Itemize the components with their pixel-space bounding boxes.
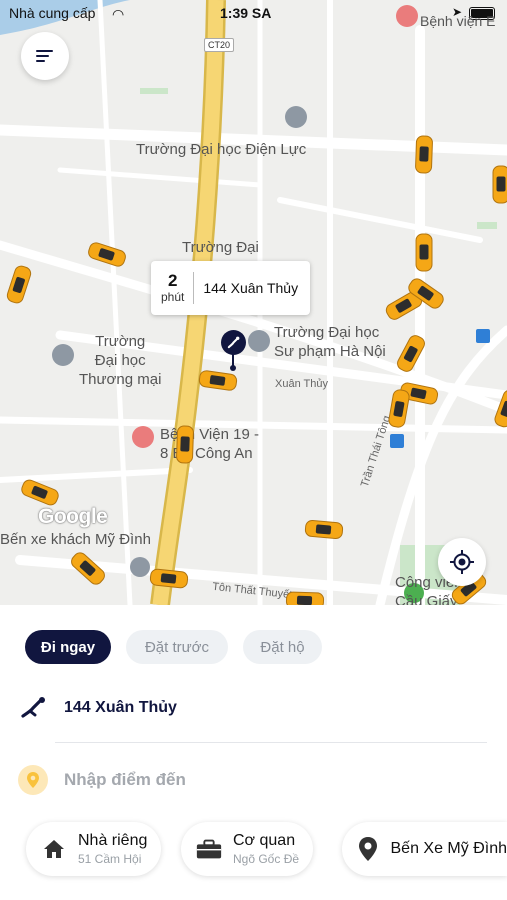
map-label-dh-su-pham: Trường Đại học Sư phạm Hà Nội xyxy=(274,324,386,360)
divider xyxy=(55,742,487,743)
eta-block: 2 phút xyxy=(161,271,195,304)
map-view[interactable]: Nhà cung cấp ◠ 1:39 SA ➤ CT20 Bệnh viện … xyxy=(0,0,507,605)
map-label-benh-vien-19: Bệnh Viện 19 - 8 Bộ Công An xyxy=(160,426,259,462)
destination-placeholder: Nhập điểm đến xyxy=(64,770,186,789)
carrier-label: Nhà cung cấp xyxy=(9,5,96,21)
walking-person-icon xyxy=(21,697,45,718)
map-label-xuan-thuy: Xuân Thủy xyxy=(275,378,329,390)
pickup-pin-dot xyxy=(230,365,236,371)
road-shield: CT20 xyxy=(204,38,235,52)
map-label-benh-vien-e: Bệnh viện E xyxy=(420,13,496,29)
destination-input[interactable]: Nhập điểm đến xyxy=(18,764,186,796)
taxi-marker xyxy=(304,519,344,540)
map-pin-icon xyxy=(356,836,381,862)
saved-place-home[interactable]: Nhà riêng 51 Cầm Hội xyxy=(26,822,162,876)
taxi-marker xyxy=(414,135,434,174)
home-icon xyxy=(40,838,68,860)
locate-me-button[interactable] xyxy=(438,538,486,586)
google-logo: Google xyxy=(38,505,108,528)
eta-minutes: 2 xyxy=(167,271,178,290)
saved-place-ben-xe[interactable]: Bến Xe Mỹ Đình xyxy=(342,822,507,876)
taxi-marker xyxy=(492,165,507,204)
booking-sheet: Đi ngay Đặt trước Đặt hộ 144 Xuân Thủy N… xyxy=(0,605,507,900)
saved-place-title: Bến Xe Mỹ Đình xyxy=(390,840,507,857)
map-label-dh-dien-luc: Trường Đại học Điện Lực xyxy=(136,141,307,158)
pickup-eta-bubble[interactable]: 2 phút 144 Xuân Thủy xyxy=(151,261,311,315)
taxi-marker xyxy=(175,425,195,464)
tab-dat-ho[interactable]: Đặt hộ xyxy=(243,630,322,664)
saved-place-subtitle: Ngõ Gốc Đề xyxy=(233,852,300,866)
location-pin-icon xyxy=(18,765,48,795)
pickup-pin-icon[interactable] xyxy=(221,330,246,355)
taxi-marker xyxy=(415,233,433,272)
pickup-address: 144 Xuân Thủy xyxy=(64,699,177,716)
map-label-ben-xe: Bến xe khách Mỹ Đình xyxy=(0,531,151,548)
locate-target-icon xyxy=(450,550,474,574)
taxi-marker xyxy=(285,591,325,605)
saved-place-work[interactable]: Cơ quan Ngõ Gốc Đề xyxy=(181,822,314,876)
saved-place-subtitle: 51 Cầm Hội xyxy=(78,852,142,866)
menu-button[interactable] xyxy=(21,32,69,80)
tab-di-ngay[interactable]: Đi ngay xyxy=(25,630,111,664)
bubble-address: 144 Xuân Thủy xyxy=(203,280,299,296)
map-label-truong-dai: Trường Đại xyxy=(182,239,259,256)
tab-dat-truoc[interactable]: Đặt trước xyxy=(126,630,228,664)
wifi-icon: ◠ xyxy=(112,6,125,22)
pickup-row[interactable]: 144 Xuân Thủy xyxy=(20,693,177,723)
saved-place-title: Nhà riêng xyxy=(78,832,148,849)
menu-lines-icon xyxy=(36,50,53,62)
briefcase-icon xyxy=(195,838,223,860)
map-label-dh-thuong-mai: Trường Đại học Thương mại xyxy=(79,333,162,388)
eta-unit: phút xyxy=(161,290,185,304)
saved-place-title: Cơ quan xyxy=(233,832,296,849)
clock-label: 1:39 SA xyxy=(220,5,272,21)
